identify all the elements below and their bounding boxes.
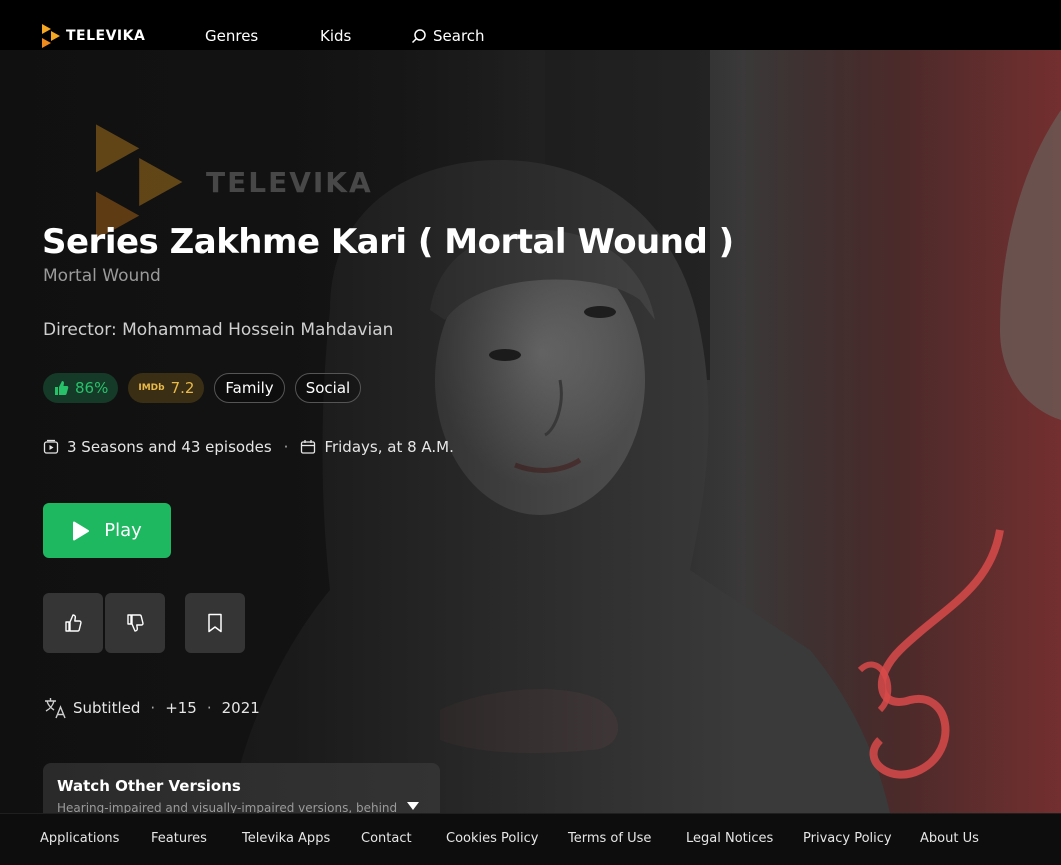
imdb-icon: IMDb [138, 383, 165, 393]
play-icon [73, 521, 90, 540]
series-title: Series Zakhme Kari ( Mortal Wound ) [42, 222, 734, 262]
footer-link-legal-notices[interactable]: Legal Notices [686, 831, 773, 846]
footer-link-about-us[interactable]: About Us [920, 831, 979, 846]
genre-chip-social[interactable]: Social [294, 373, 362, 403]
series-subtitle: Mortal Wound [43, 266, 161, 286]
footer-bar: Applications Features Televika Apps Cont… [0, 813, 1061, 865]
info-separator: · [206, 699, 212, 717]
footer-link-contact[interactable]: Contact [361, 831, 412, 846]
thumbs-up-icon [55, 381, 69, 395]
bookmark-button[interactable] [185, 593, 245, 653]
language-info: Subtitled · +15 · 2021 [43, 696, 260, 720]
imdb-score: 7.2 [170, 379, 195, 397]
rating-genre-chips: 86% IMDb 7.2 Family Social [43, 373, 362, 403]
watermark-title: TELEVIKA [206, 165, 373, 199]
genre-chip-family[interactable]: Family [214, 373, 285, 403]
episodes-icon [43, 439, 59, 454]
footer-link-cookies-policy[interactable]: Cookies Policy [446, 831, 538, 846]
search-icon [411, 29, 426, 44]
nav-kids[interactable]: Kids [320, 27, 351, 45]
televika-logo-icon [42, 24, 60, 48]
thumbs-down-outline-icon [127, 614, 144, 632]
play-button[interactable]: Play [43, 503, 171, 558]
nav-genres[interactable]: Genres [205, 27, 258, 45]
footer-link-televika-apps[interactable]: Televika Apps [242, 831, 330, 846]
nav-search-label: Search [433, 27, 485, 45]
meta-separator: · [283, 438, 289, 456]
like-button[interactable] [43, 593, 103, 653]
televika-logo[interactable]: TELEVIKA [42, 24, 145, 48]
translate-icon [45, 698, 66, 719]
versions-title: Watch Other Versions [57, 777, 241, 795]
logo-text: TELEVIKA [66, 28, 146, 44]
footer-link-terms-of-use[interactable]: Terms of Use [568, 831, 651, 846]
like-percentage-badge: 86% [43, 373, 119, 403]
imdb-badge: IMDb 7.2 [128, 373, 205, 403]
nav-search[interactable]: Search [411, 27, 485, 45]
footer-link-applications[interactable]: Applications [40, 831, 119, 846]
footer-link-privacy-policy[interactable]: Privacy Policy [803, 831, 892, 846]
bookmark-icon [208, 613, 222, 633]
air-schedule: Fridays, at 8 A.M. [324, 438, 454, 456]
chevron-down-icon[interactable] [406, 801, 420, 811]
like-percentage: 86% [75, 379, 109, 397]
seasons-episodes: 3 Seasons and 43 episodes [67, 438, 272, 456]
thumbs-up-outline-icon [65, 614, 82, 632]
top-navigation-bar: TELEVIKA Genres Kids Search [0, 0, 1061, 50]
calendar-icon [301, 440, 316, 454]
subtitled-label: Subtitled [73, 699, 141, 717]
footer-link-features[interactable]: Features [151, 831, 207, 846]
info-separator: · [150, 699, 156, 717]
release-year: 2021 [221, 699, 260, 717]
episode-meta: 3 Seasons and 43 episodes · Fridays, at … [43, 438, 454, 456]
age-rating: +15 [165, 699, 197, 717]
dislike-button[interactable] [105, 593, 165, 653]
director-label: Director: Mohammad Hossein Mahdavian [43, 320, 394, 340]
play-label: Play [104, 520, 142, 541]
